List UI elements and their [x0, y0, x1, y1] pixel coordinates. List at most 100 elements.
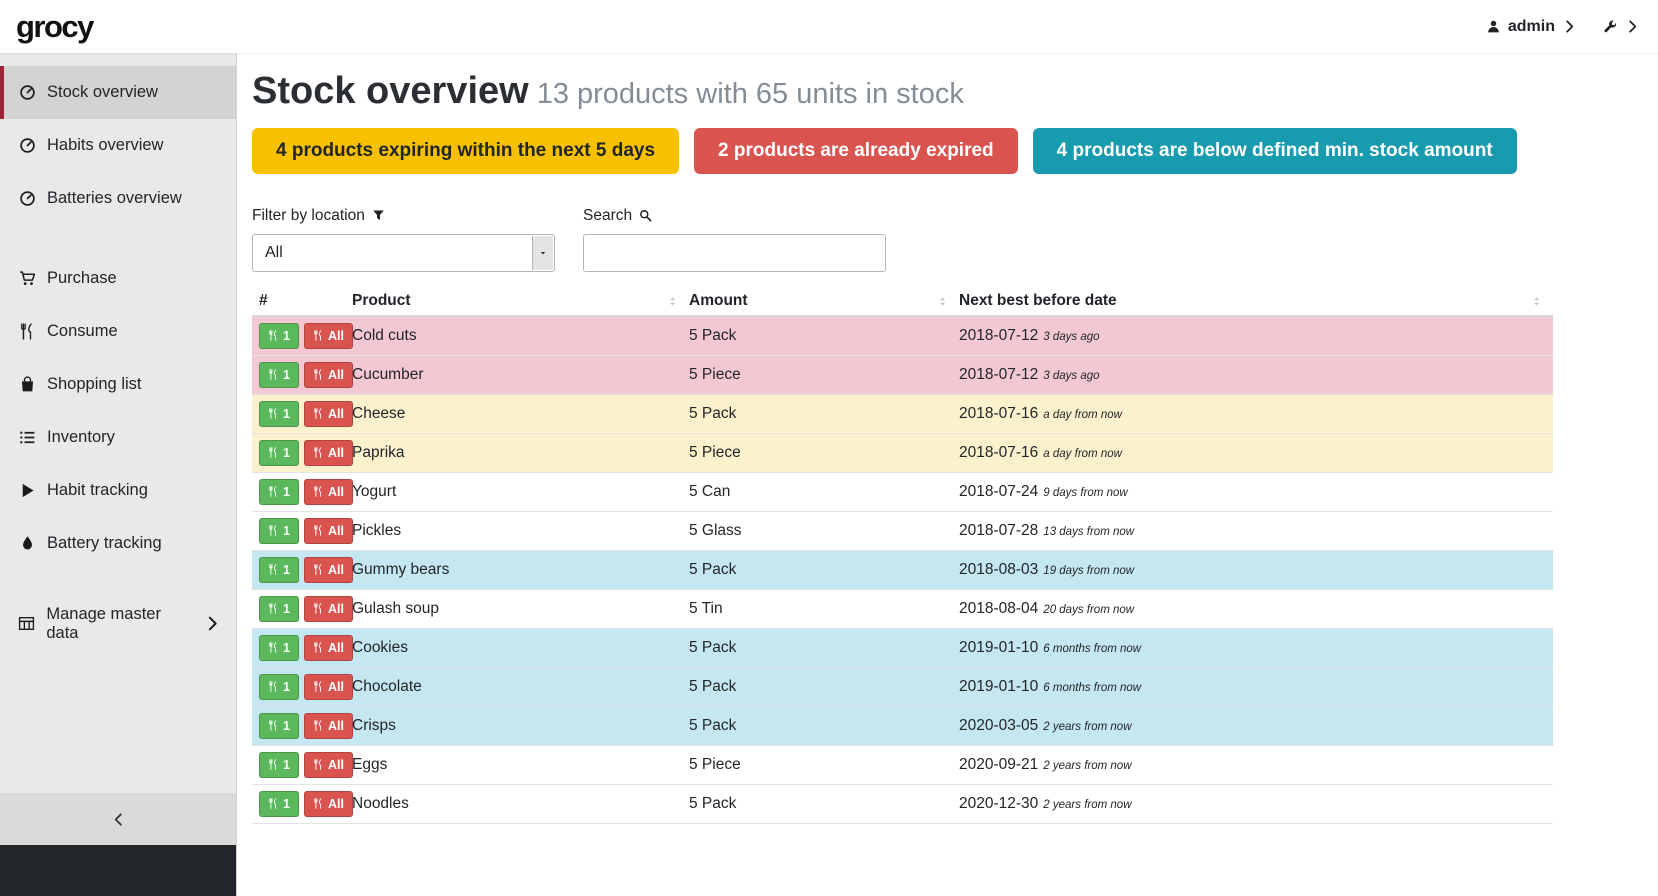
consume-all-button[interactable]: All	[304, 479, 353, 505]
consume-one-button[interactable]: 1	[259, 440, 299, 466]
consume-all-button[interactable]: All	[304, 752, 353, 778]
sort-icon[interactable]	[936, 295, 949, 308]
consume-one-button[interactable]: 1	[259, 557, 299, 583]
consume-one-button[interactable]: 1	[259, 362, 299, 388]
app-logo[interactable]: grocy	[16, 9, 93, 45]
sidebar-item-purchase[interactable]: Purchase	[0, 252, 236, 305]
product-name: Cucumber	[352, 366, 689, 384]
consume-one-button[interactable]: 1	[259, 752, 299, 778]
utensils-icon	[313, 798, 324, 809]
status-banner-2[interactable]: 4 products are below defined min. stock …	[1033, 128, 1517, 174]
sidebar-item-label: Purchase	[47, 269, 117, 288]
search-label-text: Search	[583, 207, 632, 225]
consume-all-button[interactable]: All	[304, 323, 353, 349]
row-actions: 1All	[252, 791, 352, 817]
product-name: Eggs	[352, 756, 689, 774]
consume-all-button[interactable]: All	[304, 557, 353, 583]
table-row: 1AllCookies5 Pack2019-01-106 months from…	[252, 629, 1553, 668]
location-filter-select[interactable]: All	[252, 234, 555, 272]
consume-one-button[interactable]: 1	[259, 791, 299, 817]
sort-icon[interactable]	[666, 295, 679, 308]
chevron-right-icon	[1562, 19, 1577, 34]
row-actions: 1All	[252, 401, 352, 427]
best-before-date: 2018-07-16a day from now	[959, 444, 1553, 462]
utensils-icon	[313, 408, 324, 419]
column-header-index[interactable]: #	[252, 292, 352, 310]
gauge-icon	[17, 137, 37, 154]
sidebar-item-habits-overview[interactable]: Habits overview	[0, 119, 236, 172]
consume-one-button[interactable]: 1	[259, 518, 299, 544]
utensils-icon	[268, 798, 279, 809]
sidebar-item-label: Shopping list	[47, 375, 141, 394]
utensils-icon	[268, 369, 279, 380]
column-header-product[interactable]: Product	[352, 292, 689, 310]
settings-menu[interactable]	[1603, 19, 1640, 34]
utensils-icon	[17, 323, 37, 340]
consume-one-button[interactable]: 1	[259, 635, 299, 661]
search-group: Search	[583, 207, 886, 272]
sidebar-item-batteries-overview[interactable]: Batteries overview	[0, 172, 236, 225]
best-before-date: 2019-01-106 months from now	[959, 678, 1553, 696]
consume-one-button[interactable]: 1	[259, 401, 299, 427]
product-name: Chocolate	[352, 678, 689, 696]
best-before-date: 2018-07-16a day from now	[959, 405, 1553, 423]
consume-all-button[interactable]: All	[304, 401, 353, 427]
sort-icon[interactable]	[1530, 295, 1543, 308]
sidebar-item-manage-master-data[interactable]: Manage master data	[0, 597, 236, 650]
utensils-icon	[268, 759, 279, 770]
consume-one-button[interactable]: 1	[259, 674, 299, 700]
status-banner-0[interactable]: 4 products expiring within the next 5 da…	[252, 128, 679, 174]
consume-all-button[interactable]: All	[304, 518, 353, 544]
search-icon	[639, 209, 652, 222]
table-row: 1AllGulash soup5 Tin2018-08-0420 days fr…	[252, 590, 1553, 629]
amount: 5 Pack	[689, 405, 959, 423]
utensils-icon	[313, 642, 324, 653]
product-name: Paprika	[352, 444, 689, 462]
amount: 5 Pack	[689, 327, 959, 345]
list-icon	[17, 429, 37, 446]
app-root: grocy admin Stock overviewHabits overvie…	[0, 0, 1658, 896]
row-actions: 1All	[252, 596, 352, 622]
sidebar-item-habit-tracking[interactable]: Habit tracking	[0, 464, 236, 517]
product-name: Gummy bears	[352, 561, 689, 579]
consume-all-button[interactable]: All	[304, 674, 353, 700]
sidebar-footer	[0, 845, 236, 896]
sidebar-item-shopping-list[interactable]: Shopping list	[0, 358, 236, 411]
consume-all-button[interactable]: All	[304, 635, 353, 661]
consume-one-button[interactable]: 1	[259, 323, 299, 349]
chevron-right-icon	[1625, 19, 1640, 34]
sidebar-item-consume[interactable]: Consume	[0, 305, 236, 358]
column-header-amount[interactable]: Amount	[689, 292, 959, 310]
consume-one-button[interactable]: 1	[259, 479, 299, 505]
location-filter-label: Filter by location	[252, 207, 555, 225]
consume-one-button[interactable]: 1	[259, 596, 299, 622]
play-icon	[17, 482, 37, 499]
sidebar-item-battery-tracking[interactable]: Battery tracking	[0, 517, 236, 570]
consume-all-button[interactable]: All	[304, 596, 353, 622]
filters-row: Filter by location All Search	[252, 207, 1553, 272]
sidebar-item-inventory[interactable]: Inventory	[0, 411, 236, 464]
best-before-date: 2018-07-2813 days from now	[959, 522, 1553, 540]
user-menu[interactable]: admin	[1486, 18, 1577, 36]
sidebar-item-stock-overview[interactable]: Stock overview	[0, 66, 236, 119]
table-row: 1AllCold cuts5 Pack2018-07-123 days ago	[252, 317, 1553, 356]
utensils-icon	[313, 759, 324, 770]
utensils-icon	[268, 642, 279, 653]
search-input[interactable]	[583, 234, 886, 272]
consume-all-button[interactable]: All	[304, 791, 353, 817]
amount: 5 Piece	[689, 756, 959, 774]
product-name: Cookies	[352, 639, 689, 657]
select-dropdown-box	[532, 236, 553, 270]
consume-all-button[interactable]: All	[304, 440, 353, 466]
consume-all-button[interactable]: All	[304, 713, 353, 739]
best-before-date: 2018-08-0420 days from now	[959, 600, 1553, 618]
utensils-icon	[313, 486, 324, 497]
consume-all-button[interactable]: All	[304, 362, 353, 388]
consume-one-button[interactable]: 1	[259, 713, 299, 739]
sidebar: Stock overviewHabits overviewBatteries o…	[0, 53, 237, 896]
status-banner-1[interactable]: 2 products are already expired	[694, 128, 1018, 174]
column-header-date[interactable]: Next best before date	[959, 292, 1553, 310]
sidebar-collapse-button[interactable]	[0, 793, 236, 845]
row-actions: 1All	[252, 674, 352, 700]
row-actions: 1All	[252, 518, 352, 544]
